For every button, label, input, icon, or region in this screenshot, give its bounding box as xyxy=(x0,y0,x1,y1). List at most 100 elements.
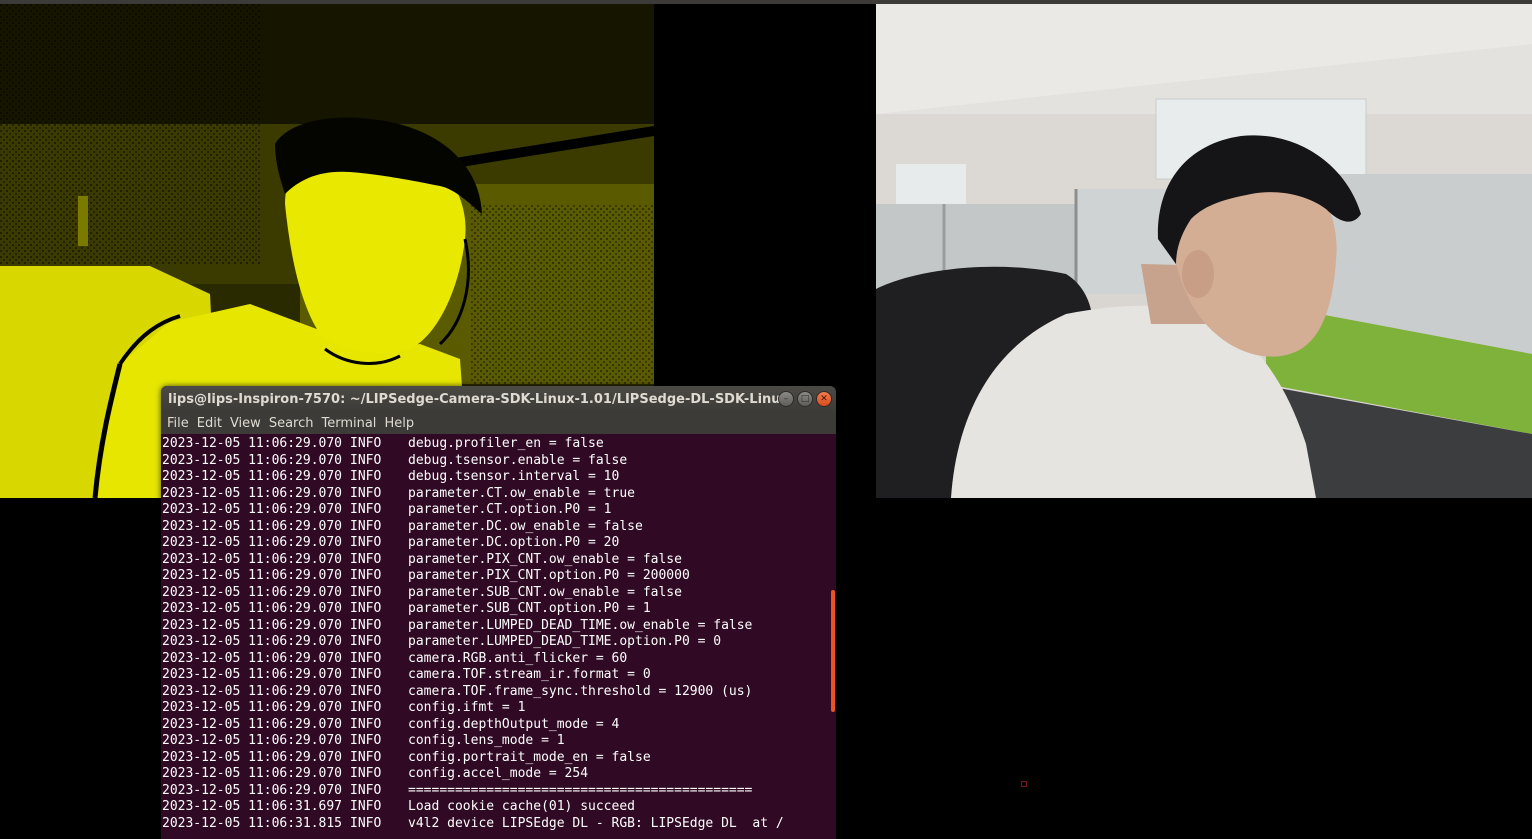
cursor-marker xyxy=(1021,781,1027,787)
log-timestamp: 2023-12-05 11:06:29.070 xyxy=(162,634,343,649)
log-message: camera.TOF.stream_ir.format = 0 xyxy=(408,667,651,682)
menu-file[interactable]: File xyxy=(166,416,194,431)
log-timestamp: 2023-12-05 11:06:29.070 xyxy=(162,452,343,468)
log-message: debug.tsensor.enable = false xyxy=(408,452,628,468)
terminal-window[interactable]: lips@lips-Inspiron-7570: ~/LIPSedge-Came… xyxy=(161,386,836,839)
log-level: INFO xyxy=(350,815,382,831)
log-timestamp: 2023-12-05 11:06:29.070 xyxy=(162,650,343,666)
log-timestamp: 2023-12-05 11:06:29.070 xyxy=(162,436,343,451)
close-icon[interactable]: ✕ xyxy=(816,391,832,407)
menu-view[interactable]: View xyxy=(229,416,266,431)
log-line: 2023-12-05 11:06:29.070 INFO parameter.DC.… xyxy=(162,519,836,536)
minimize-icon[interactable]: – xyxy=(778,391,794,407)
log-level: INFO xyxy=(350,716,382,732)
terminal-menubar: File Edit View Search Terminal Help xyxy=(161,412,836,434)
log-line: 2023-12-05 11:06:29.070 INFO parameter.SUB… xyxy=(162,601,836,618)
log-line: 2023-12-05 11:06:29.070 INFO config.accel_… xyxy=(162,766,836,783)
log-level: INFO xyxy=(350,518,382,534)
log-line: 2023-12-05 11:06:29.070 INFO parameter.CT.… xyxy=(162,486,836,503)
log-line: 2023-12-05 11:06:29.070 INFO parameter.DC.… xyxy=(162,535,836,552)
log-message: config.portrait_mode_en = false xyxy=(408,749,651,765)
log-message: parameter.SUB_CNT.ow_enable = false xyxy=(408,584,682,600)
log-message: v4l2 device LIPSEdge DL - RGB: LIPSEdge … xyxy=(408,815,784,831)
log-message: debug.profiler_en = false xyxy=(408,436,604,451)
log-timestamp: 2023-12-05 11:06:29.070 xyxy=(162,733,343,748)
log-line: 2023-12-05 11:06:29.070 INFO camera.TOF.st… xyxy=(162,667,836,684)
rgb-image xyxy=(876,4,1532,498)
log-level: INFO xyxy=(350,568,382,583)
log-message: parameter.LUMPED_DEAD_TIME.ow_enable = f… xyxy=(408,617,753,633)
log-timestamp: 2023-12-05 11:06:29.070 xyxy=(162,518,343,534)
log-level: INFO xyxy=(350,799,382,814)
terminal-scrollbar[interactable] xyxy=(831,590,835,712)
log-level: INFO xyxy=(350,535,382,550)
log-timestamp: 2023-12-05 11:06:29.070 xyxy=(162,749,343,765)
log-line: 2023-12-05 11:06:29.070 INFO parameter.CT.… xyxy=(162,502,836,519)
terminal-output[interactable]: 2023-12-05 11:06:29.070 INFO debug.profile… xyxy=(161,434,836,836)
desktop-screen: lips@lips-Inspiron-7570: ~/LIPSedge-Came… xyxy=(0,0,1532,839)
log-timestamp: 2023-12-05 11:06:31.697 xyxy=(162,799,343,814)
log-level: INFO xyxy=(350,584,382,600)
log-timestamp: 2023-12-05 11:06:31.815 xyxy=(162,815,343,831)
log-line: 2023-12-05 11:06:29.070 INFO parameter.LUM… xyxy=(162,618,836,635)
log-line: 2023-12-05 11:06:29.070 INFO camera.TOF.fr… xyxy=(162,684,836,701)
log-level: INFO xyxy=(350,485,382,501)
log-line: 2023-12-05 11:06:29.070 INFO debug.tsensor… xyxy=(162,469,836,486)
log-line: 2023-12-05 11:06:29.070 INFO config.depthO… xyxy=(162,717,836,734)
log-level: INFO xyxy=(350,617,382,633)
log-level: INFO xyxy=(350,683,382,699)
log-message: ========================================… xyxy=(408,782,753,798)
menu-edit[interactable]: Edit xyxy=(196,416,227,431)
log-message: config.lens_mode = 1 xyxy=(408,733,565,748)
log-level: INFO xyxy=(350,469,382,484)
log-message: parameter.CT.ow_enable = true xyxy=(408,485,635,501)
log-timestamp: 2023-12-05 11:06:29.070 xyxy=(162,601,343,616)
log-level: INFO xyxy=(350,650,382,666)
log-message: parameter.PIX_CNT.option.P0 = 200000 xyxy=(408,568,690,583)
log-message: parameter.LUMPED_DEAD_TIME.option.P0 = 0 xyxy=(408,634,722,649)
log-level: INFO xyxy=(350,667,382,682)
log-message: parameter.CT.option.P0 = 1 xyxy=(408,502,612,517)
log-timestamp: 2023-12-05 11:06:29.070 xyxy=(162,551,343,567)
log-timestamp: 2023-12-05 11:06:29.070 xyxy=(162,617,343,633)
log-message: camera.TOF.frame_sync.threshold = 12900 … xyxy=(408,683,753,699)
log-timestamp: 2023-12-05 11:06:29.070 xyxy=(162,502,343,517)
log-timestamp: 2023-12-05 11:06:29.070 xyxy=(162,700,343,715)
log-timestamp: 2023-12-05 11:06:29.070 xyxy=(162,485,343,501)
log-message: config.accel_mode = 254 xyxy=(408,766,589,781)
terminal-titlebar[interactable]: lips@lips-Inspiron-7570: ~/LIPSedge-Came… xyxy=(161,386,836,412)
log-level: INFO xyxy=(350,766,382,781)
log-message: parameter.DC.option.P0 = 20 xyxy=(408,535,620,550)
log-message: parameter.PIX_CNT.ow_enable = false xyxy=(408,551,682,567)
rgb-stream-view xyxy=(876,4,1532,498)
log-timestamp: 2023-12-05 11:06:29.070 xyxy=(162,716,343,732)
log-line: 2023-12-05 11:06:29.070 INFO parameter.PIX… xyxy=(162,568,836,585)
log-message: parameter.DC.ow_enable = false xyxy=(408,518,643,534)
log-line: 2023-12-05 11:06:29.070 INFO parameter.SUB… xyxy=(162,585,836,602)
log-line: 2023-12-05 11:06:29.070 INFO debug.tsensor… xyxy=(162,453,836,470)
log-level: INFO xyxy=(350,502,382,517)
log-level: INFO xyxy=(350,551,382,567)
log-timestamp: 2023-12-05 11:06:29.070 xyxy=(162,683,343,699)
log-level: INFO xyxy=(350,601,382,616)
terminal-title: lips@lips-Inspiron-7570: ~/LIPSedge-Came… xyxy=(168,391,780,407)
log-timestamp: 2023-12-05 11:06:29.070 xyxy=(162,782,343,798)
log-level: INFO xyxy=(350,700,382,715)
log-message: Load cookie cache(01) succeed xyxy=(408,799,635,814)
log-line: 2023-12-05 11:06:29.070 INFO debug.profile… xyxy=(162,436,836,453)
log-timestamp: 2023-12-05 11:06:29.070 xyxy=(162,535,343,550)
log-message: debug.tsensor.interval = 10 xyxy=(408,469,620,484)
log-line: 2023-12-05 11:06:29.070 INFO parameter.PIX… xyxy=(162,552,836,569)
menu-terminal[interactable]: Terminal xyxy=(320,416,381,431)
log-message: parameter.SUB_CNT.option.P0 = 1 xyxy=(408,601,651,616)
log-timestamp: 2023-12-05 11:06:29.070 xyxy=(162,667,343,682)
log-line: 2023-12-05 11:06:29.070 INFO config.lens_m… xyxy=(162,733,836,750)
menu-search[interactable]: Search xyxy=(268,416,319,431)
log-timestamp: 2023-12-05 11:06:29.070 xyxy=(162,766,343,781)
log-message: camera.RGB.anti_flicker = 60 xyxy=(408,650,628,666)
menu-help[interactable]: Help xyxy=(383,416,419,431)
maximize-icon[interactable]: □ xyxy=(797,391,813,407)
log-level: INFO xyxy=(350,733,382,748)
window-controls: – □ ✕ xyxy=(778,391,832,407)
log-timestamp: 2023-12-05 11:06:29.070 xyxy=(162,469,343,484)
